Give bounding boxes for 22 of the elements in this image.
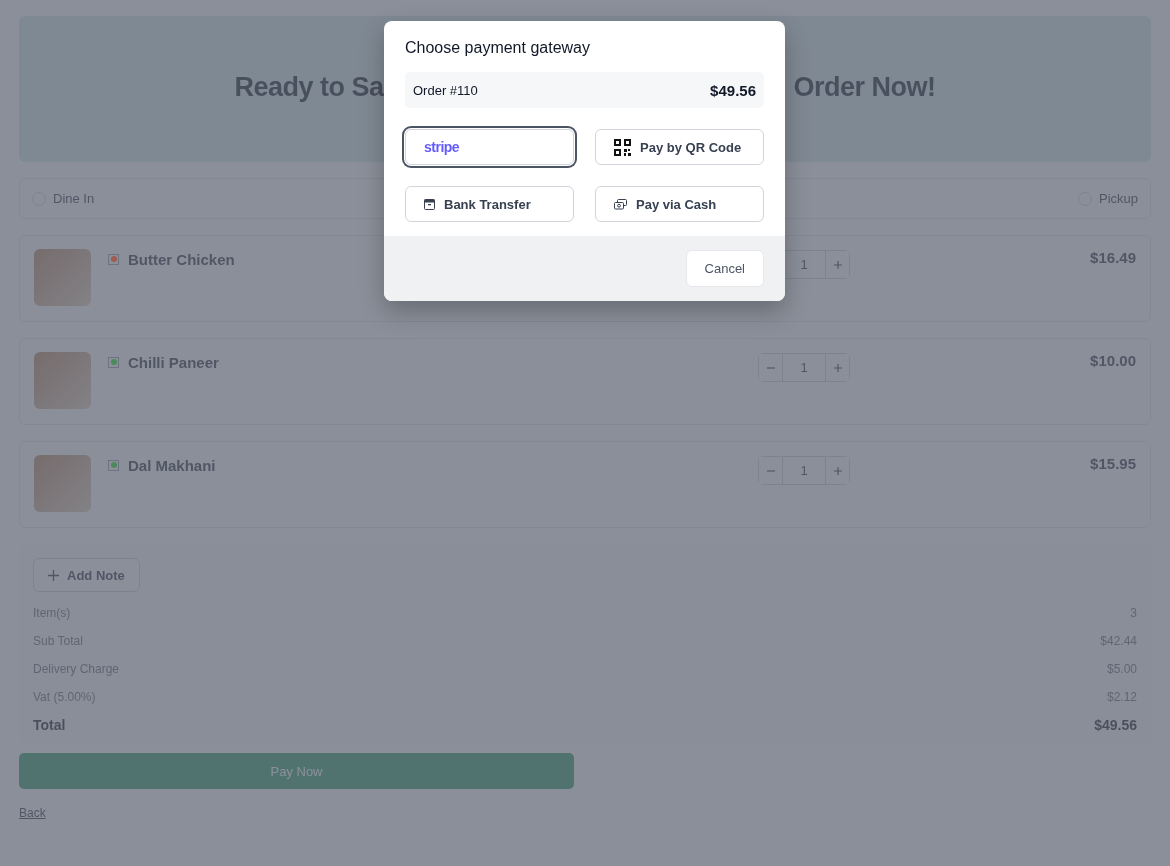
order-number: Order #110 bbox=[413, 82, 478, 98]
cancel-button[interactable]: Cancel bbox=[685, 250, 764, 287]
payment-option-button[interactable]: Bank Transfer bbox=[405, 186, 574, 222]
item-price: $15.95 bbox=[1090, 455, 1136, 474]
item-name: Dal Makhani bbox=[128, 456, 216, 474]
item-name: Butter Chicken bbox=[128, 250, 235, 268]
item-name: Chilli Paneer bbox=[128, 353, 219, 371]
item-price: $16.49 bbox=[1090, 249, 1136, 268]
banner-heading: Ready to Sa bbox=[234, 71, 384, 103]
banknotes-icon bbox=[614, 198, 627, 210]
archive-box-icon bbox=[424, 198, 435, 210]
item-price: $10.00 bbox=[1090, 352, 1136, 371]
order-amount: $49.56 bbox=[710, 81, 756, 99]
total-label: Total bbox=[33, 717, 66, 733]
qr-code-icon bbox=[614, 138, 631, 156]
total-value: $49.56 bbox=[1094, 717, 1137, 733]
back-link[interactable]: Back bbox=[19, 806, 46, 820]
payment-option-button[interactable]: stripe bbox=[405, 129, 574, 165]
dialog-title: Choose payment gateway bbox=[405, 39, 591, 57]
payment-option-button[interactable]: Pay by QR Code bbox=[595, 129, 764, 165]
payment-option-button[interactable]: Pay via Cash bbox=[595, 186, 764, 222]
banner-heading: Order Now! bbox=[793, 71, 936, 103]
